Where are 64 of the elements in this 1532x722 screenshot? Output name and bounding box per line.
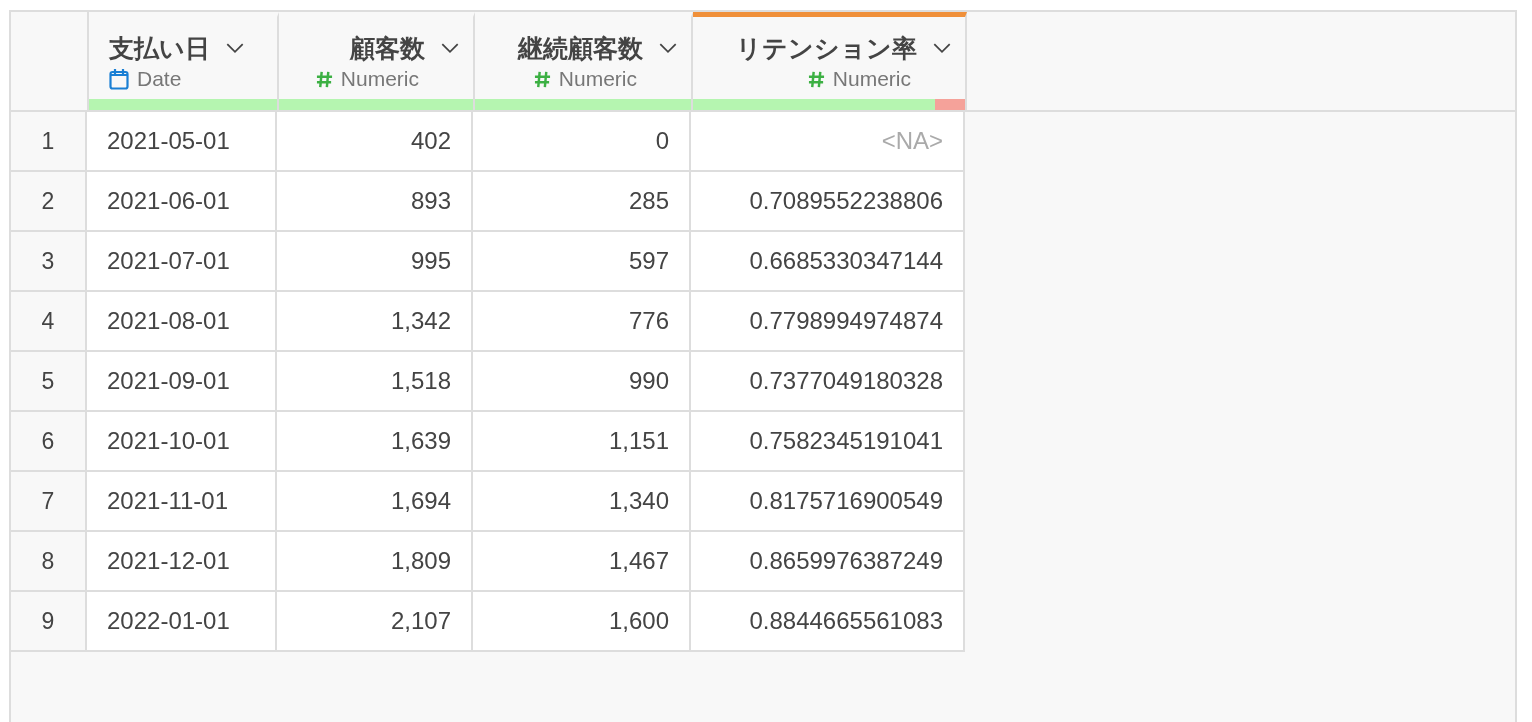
table-cell: 1,340 [473,472,691,532]
chevron-down-icon[interactable] [933,42,951,54]
table-cell: 1,342 [277,292,473,352]
column-title: リテンション率 [736,32,917,64]
table-cell: 2021-09-01 [87,352,277,412]
row-number: 2 [11,172,87,232]
table-cell: <NA> [691,112,965,172]
chevron-down-icon[interactable] [659,42,677,54]
table-cell: 2021-12-01 [87,532,277,592]
table-cell: 990 [473,352,691,412]
table-cell: 1,600 [473,592,691,652]
column-header[interactable]: 顧客数 Numeric [279,12,475,110]
table-cell: 0.8175716900549 [691,472,965,532]
row-number: 6 [11,412,87,472]
column-type: Date [137,67,182,91]
table-cell: 1,639 [277,412,473,472]
table-cell: 2021-08-01 [87,292,277,352]
row-number: 1 [11,112,87,172]
row-number: 7 [11,472,87,532]
table-cell: 2021-06-01 [87,172,277,232]
column-type: Numeric [832,67,911,91]
column-title: 支払い日 [109,32,210,64]
hash-icon [807,70,825,88]
column-type: Numeric [558,67,637,91]
row-number: 9 [11,592,87,652]
table-cell: 2022-01-01 [87,592,277,652]
table-cell: 2021-05-01 [87,112,277,172]
table-cell: 0.7089552238806 [691,172,965,232]
column-title: 継続顧客数 [518,32,643,64]
table-cell: 402 [277,112,473,172]
table-cell: 995 [277,232,473,292]
table-cell: 597 [473,232,691,292]
table-cell: 2021-11-01 [87,472,277,532]
chevron-down-icon[interactable] [441,42,459,54]
table-cell: 0.8844665561083 [691,592,965,652]
table-cell: 0.6685330347144 [691,232,965,292]
table-cell: 1,151 [473,412,691,472]
table-cell: 1,518 [277,352,473,412]
column-type: Numeric [340,67,419,91]
table-cell: 1,694 [277,472,473,532]
calendar-icon [109,68,129,90]
column-title: 顧客数 [350,32,425,64]
table-cell: 0.8659976387249 [691,532,965,592]
column-header[interactable]: 支払い日 Date [89,12,279,110]
table-cell: 2,107 [277,592,473,652]
row-number: 3 [11,232,87,292]
row-number: 4 [11,292,87,352]
row-number: 8 [11,532,87,592]
table-cell: 0.7377049180328 [691,352,965,412]
table-cell: 0 [473,112,691,172]
hash-icon [315,70,333,88]
table-cell: 2021-07-01 [87,232,277,292]
table-cell: 285 [473,172,691,232]
column-header[interactable]: 継続顧客数 Numeric [475,12,693,110]
table-cell: 1,809 [277,532,473,592]
table-cell: 0.7582345191041 [691,412,965,472]
table-cell: 0.7798994974874 [691,292,965,352]
row-number: 5 [11,352,87,412]
hash-icon [533,70,551,88]
chevron-down-icon[interactable] [226,42,244,54]
table-cell: 776 [473,292,691,352]
table-cell: 2021-10-01 [87,412,277,472]
table-cell: 893 [277,172,473,232]
table-cell: 1,467 [473,532,691,592]
